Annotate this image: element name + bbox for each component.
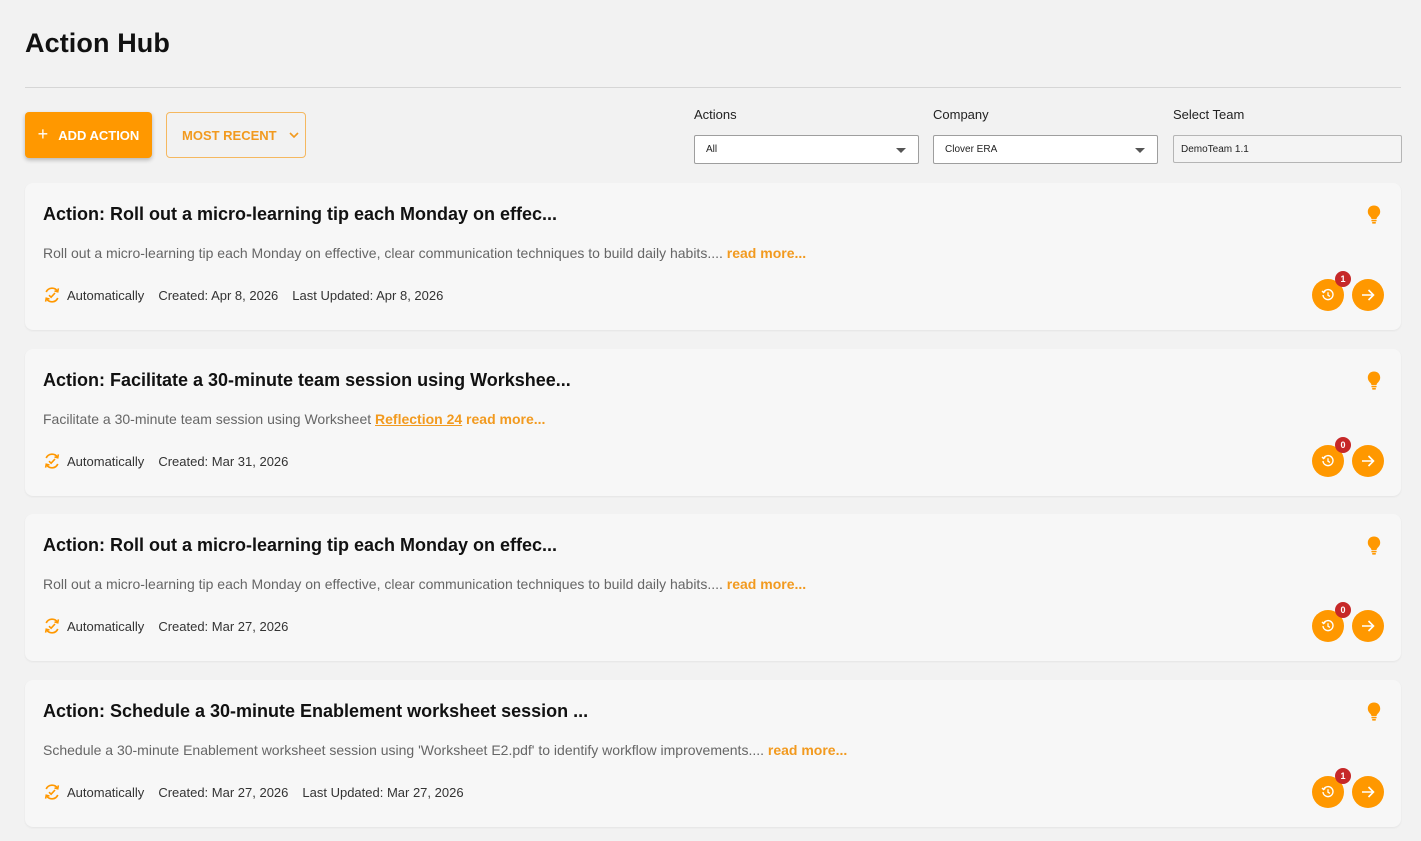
description-text: Roll out a micro-learning tip each Monda…	[43, 245, 723, 261]
arrow-right-icon	[1362, 289, 1375, 301]
created-date: Created: Apr 8, 2026	[158, 287, 279, 303]
action-card[interactable]: Action: Roll out a micro-learning tip ea…	[25, 514, 1401, 661]
open-action-button[interactable]	[1352, 279, 1384, 311]
actions-filter-select[interactable]: All	[694, 135, 919, 164]
team-filter-input[interactable]: DemoTeam 1.1	[1173, 135, 1402, 163]
add-action-button[interactable]: + ADD ACTION	[25, 112, 152, 158]
history-icon	[1321, 454, 1334, 467]
add-action-label: ADD ACTION	[58, 127, 140, 143]
action-card[interactable]: Action: Facilitate a 30-minute team sess…	[25, 349, 1401, 496]
action-description: Schedule a 30-minute Enablement workshee…	[43, 742, 847, 758]
caret-down-icon	[1135, 148, 1145, 153]
action-title[interactable]: Action: Roll out a micro-learning tip ea…	[43, 204, 557, 225]
history-count-badge: 0	[1335, 602, 1351, 618]
action-description: Roll out a micro-learning tip each Monda…	[43, 576, 806, 592]
action-meta: Automatically Created: Mar 27, 2026 Last…	[43, 783, 478, 801]
trigger-mode: Automatically	[67, 453, 145, 469]
page-title: Action Hub	[25, 28, 170, 58]
open-action-button[interactable]	[1352, 776, 1384, 808]
lightbulb-icon[interactable]	[1367, 205, 1381, 229]
plus-icon: +	[37, 124, 49, 144]
read-more-link[interactable]: read more...	[727, 576, 806, 592]
lightbulb-icon[interactable]	[1367, 371, 1381, 395]
action-description: Facilitate a 30-minute team session usin…	[43, 411, 545, 427]
chevron-down-icon	[289, 131, 299, 138]
lightbulb-icon[interactable]	[1367, 536, 1381, 560]
company-filter-label: Company	[933, 107, 989, 122]
open-action-button[interactable]	[1352, 445, 1384, 477]
header-divider	[25, 87, 1401, 88]
created-date: Created: Mar 31, 2026	[158, 453, 289, 469]
history-count-badge: 0	[1335, 437, 1351, 453]
last-updated-date: Last Updated: Apr 8, 2026	[292, 287, 444, 303]
action-title[interactable]: Action: Schedule a 30-minute Enablement …	[43, 701, 588, 722]
action-card[interactable]: Action: Schedule a 30-minute Enablement …	[25, 680, 1401, 827]
action-description: Roll out a micro-learning tip each Monda…	[43, 245, 806, 261]
actions-filter-label: Actions	[694, 107, 737, 122]
action-title[interactable]: Action: Facilitate a 30-minute team sess…	[43, 370, 571, 391]
trigger-mode: Automatically	[67, 784, 145, 800]
history-button[interactable]: 0	[1312, 437, 1351, 477]
sort-dropdown-button[interactable]: MOST RECENT	[166, 112, 306, 158]
last-updated-date: Last Updated: Mar 27, 2026	[302, 784, 464, 800]
auto-sync-icon	[43, 452, 61, 470]
company-filter-select[interactable]: Clover ERA	[933, 135, 1158, 164]
history-button[interactable]: 0	[1312, 602, 1351, 642]
action-meta: Automatically Created: Mar 31, 2026	[43, 452, 302, 470]
team-filter-label: Select Team	[1173, 107, 1245, 122]
history-count-badge: 1	[1335, 271, 1351, 287]
created-date: Created: Mar 27, 2026	[158, 618, 289, 634]
description-text: Schedule a 30-minute Enablement workshee…	[43, 742, 764, 758]
action-meta: Automatically Created: Mar 27, 2026	[43, 617, 302, 635]
history-icon	[1321, 785, 1334, 798]
lightbulb-icon[interactable]	[1367, 702, 1381, 726]
created-date: Created: Mar 27, 2026	[158, 784, 289, 800]
sort-label: MOST RECENT	[182, 127, 277, 143]
arrow-right-icon	[1362, 786, 1375, 798]
auto-sync-icon	[43, 286, 61, 304]
history-button[interactable]: 1	[1312, 768, 1351, 808]
description-text: Roll out a micro-learning tip each Monda…	[43, 576, 723, 592]
team-filter-value: DemoTeam 1.1	[1181, 143, 1249, 155]
arrow-right-icon	[1362, 620, 1375, 632]
read-more-link[interactable]: read more...	[727, 245, 806, 261]
description-text: Facilitate a 30-minute team session usin…	[43, 411, 372, 427]
read-more-link[interactable]: read more...	[466, 411, 545, 427]
auto-sync-icon	[43, 617, 61, 635]
auto-sync-icon	[43, 783, 61, 801]
arrow-right-icon	[1362, 455, 1375, 467]
history-icon	[1321, 619, 1334, 632]
action-meta: Automatically Created: Apr 8, 2026 Last …	[43, 286, 457, 304]
actions-filter-value: All	[706, 144, 718, 155]
open-action-button[interactable]	[1352, 610, 1384, 642]
description-link[interactable]: Reflection 24	[375, 411, 462, 427]
history-count-badge: 1	[1335, 768, 1351, 784]
history-button[interactable]: 1	[1312, 271, 1351, 311]
trigger-mode: Automatically	[67, 287, 145, 303]
history-icon	[1321, 288, 1334, 301]
company-filter-value: Clover ERA	[945, 144, 998, 155]
trigger-mode: Automatically	[67, 618, 145, 634]
action-title[interactable]: Action: Roll out a micro-learning tip ea…	[43, 535, 557, 556]
read-more-link[interactable]: read more...	[768, 742, 847, 758]
action-card[interactable]: Action: Roll out a micro-learning tip ea…	[25, 183, 1401, 330]
caret-down-icon	[896, 148, 906, 153]
